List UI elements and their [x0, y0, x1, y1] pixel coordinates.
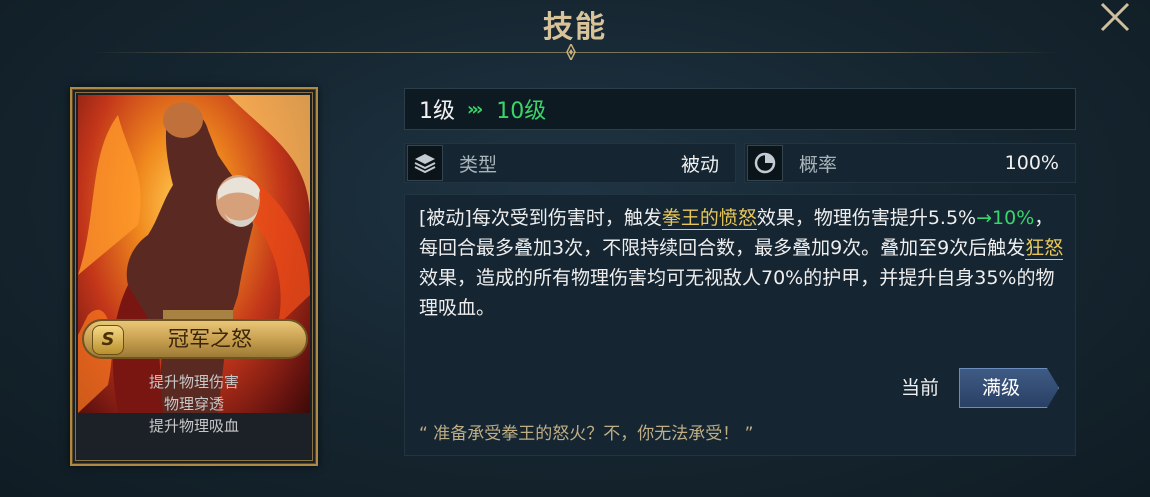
probability-label: 概率 — [799, 153, 838, 176]
close-icon[interactable] — [1096, 0, 1136, 36]
champion-illustration — [78, 95, 310, 413]
skill-card-art — [78, 95, 310, 413]
stat-probability: 概率 100% — [744, 143, 1076, 183]
skill-description: [被动]每次受到伤害时，触发拳王的愤怒效果，物理伤害提升5.5%→10%，每回合… — [419, 203, 1067, 323]
type-value: 被动 — [680, 153, 719, 176]
skill-description-panel: [被动]每次受到伤害时，触发拳王的愤怒效果，物理伤害提升5.5%→10%，每回合… — [404, 194, 1076, 456]
skill-tag: 提升物理吸血 — [148, 417, 239, 435]
current-level: 1级 — [419, 99, 455, 124]
desc-text: 效果，物理伤害提升5.5% — [756, 207, 977, 229]
keyword-link-fist-king-rage[interactable]: 拳王的愤怒 — [661, 207, 757, 230]
skill-tag: 提升物理伤害 — [148, 373, 239, 391]
max-level: 10级 — [496, 99, 547, 124]
skill-tag: 物理穿透 — [163, 395, 224, 413]
skill-tags: 提升物理伤害 物理穿透 提升物理吸血 — [72, 371, 316, 437]
skill-name-plate: S 冠军之怒 — [82, 319, 308, 359]
keyword-link-frenzy[interactable]: 狂怒 — [1025, 237, 1064, 260]
upgraded-value: →10% — [976, 207, 1035, 229]
type-label: 类型 — [459, 153, 498, 176]
level-progress-bar: 1级 ››› 10级 — [404, 88, 1076, 130]
skill-card: S 冠军之怒 提升物理伤害 物理穿透 提升物理吸血 — [70, 87, 318, 466]
probability-value: 100% — [1004, 152, 1059, 174]
tab-max-level[interactable]: 满级 — [959, 368, 1059, 408]
pie-chart-icon — [747, 145, 783, 181]
skill-quote: “ 准备承受拳王的怒火？不，你无法承受！ ” — [419, 424, 754, 444]
page-title: 技能 — [543, 10, 607, 45]
rank-badge: S — [92, 325, 124, 355]
diamond-ornament-icon — [566, 44, 576, 60]
stat-type: 类型 被动 — [404, 143, 736, 183]
triple-chevron-icon: ››› — [467, 98, 483, 120]
skill-name: 冠军之怒 — [168, 327, 252, 351]
tab-current-level[interactable]: 当前 — [881, 368, 959, 408]
layers-icon — [407, 145, 443, 181]
desc-text: 效果，造成的所有物理伤害均可无视敌人70%的护甲，并提升自身35%的物理吸血。 — [419, 267, 1055, 319]
desc-text: [被动]每次受到伤害时，触发 — [419, 207, 662, 229]
